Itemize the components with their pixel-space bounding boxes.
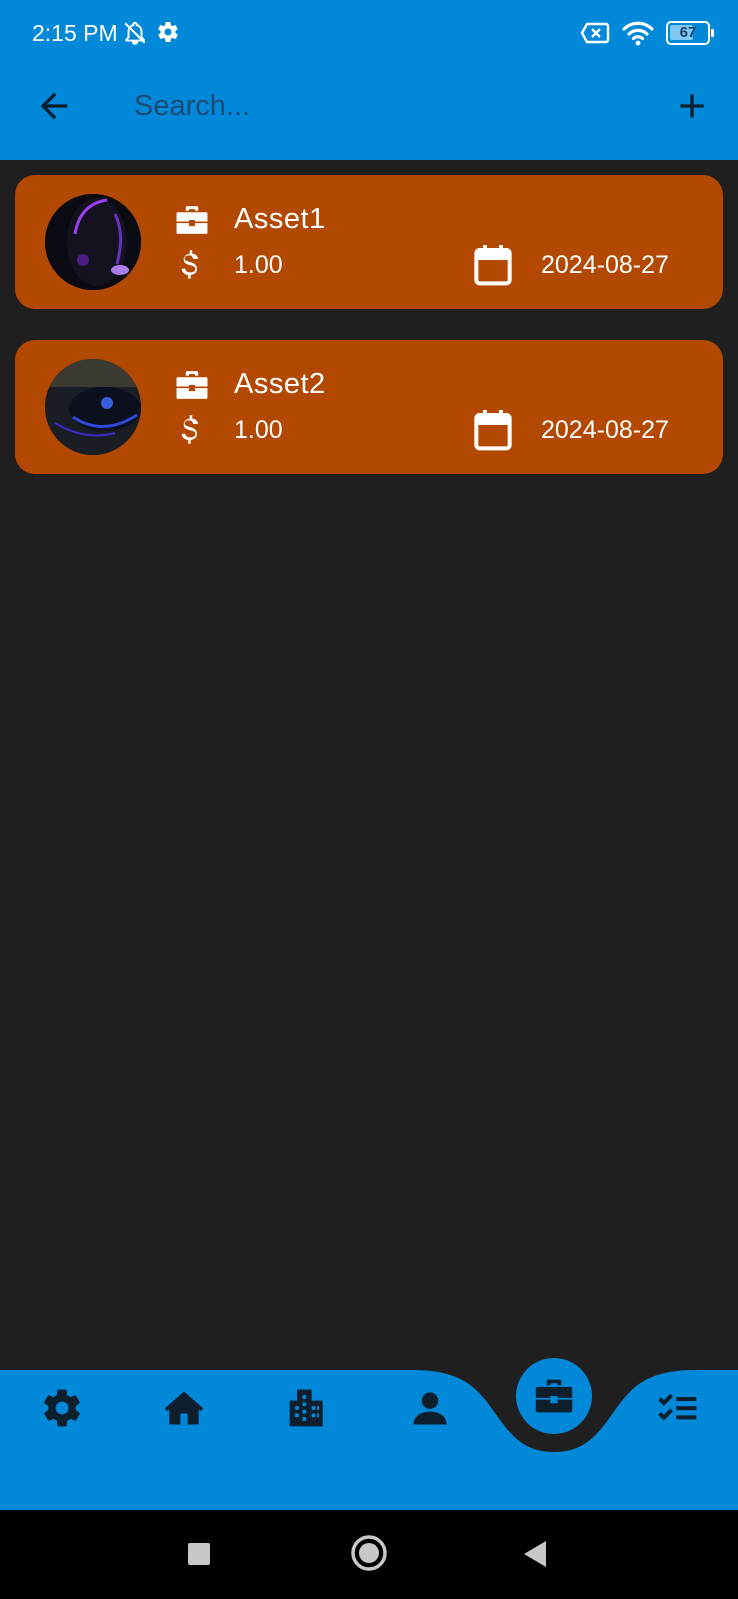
asset-list: Asset1 1.00 2024-08-27 Asset2 1.00 2024-…: [15, 175, 723, 505]
asset-date: 2024-08-27: [541, 416, 669, 444]
bell-off-icon: [124, 21, 146, 45]
gear-icon: [158, 21, 178, 43]
asset-card[interactable]: Asset2 1.00 2024-08-27: [15, 340, 723, 474]
back-arrow-icon[interactable]: [34, 86, 74, 126]
recents-square-icon[interactable]: [187, 1542, 211, 1566]
asset-name: Asset2: [234, 368, 326, 400]
calendar-icon: [474, 245, 512, 286]
wifi-icon: [622, 21, 654, 46]
plus-icon[interactable]: [672, 86, 712, 126]
asset-card[interactable]: Asset1 1.00 2024-08-27: [15, 175, 723, 309]
nav-background: [0, 1370, 738, 1512]
home-circle-icon[interactable]: [350, 1534, 388, 1572]
system-nav-bar: [0, 1510, 738, 1599]
nav-person[interactable]: [408, 1386, 452, 1430]
nav-assets-active[interactable]: [516, 1358, 592, 1434]
app-bar: [0, 66, 738, 160]
no-sim-icon: [580, 22, 610, 44]
asset-list-screen: 2:15 PM 67 Search... Asset1 1.00 2024-08…: [0, 0, 738, 1599]
asset-date: 2024-08-27: [541, 251, 669, 279]
calendar-icon: [474, 410, 512, 451]
search-input[interactable]: [134, 80, 634, 132]
nav-checklist[interactable]: [656, 1386, 700, 1430]
nav-settings[interactable]: [40, 1386, 84, 1430]
back-triangle-icon[interactable]: [523, 1540, 547, 1568]
battery-icon: 67: [666, 21, 714, 45]
asset-photo: [45, 194, 141, 290]
battery-percent: 67: [679, 24, 697, 41]
briefcase-icon: [176, 206, 208, 234]
bottom-nav: [0, 1332, 738, 1512]
dollar-icon: [181, 250, 199, 279]
nav-home[interactable]: [162, 1386, 206, 1430]
asset-price: 1.00: [234, 416, 283, 444]
briefcase-icon: [535, 1379, 573, 1413]
asset-photo: [45, 359, 141, 455]
dollar-icon: [181, 415, 199, 444]
nav-buildings[interactable]: [286, 1386, 330, 1430]
briefcase-icon: [176, 371, 208, 399]
status-time: 2:15 PM: [32, 20, 118, 46]
status-bar: 2:15 PM 67: [0, 0, 738, 66]
top-bar: 2:15 PM 67 Search...: [0, 0, 738, 160]
asset-name: Asset1: [234, 203, 326, 235]
asset-price: 1.00: [234, 251, 283, 279]
